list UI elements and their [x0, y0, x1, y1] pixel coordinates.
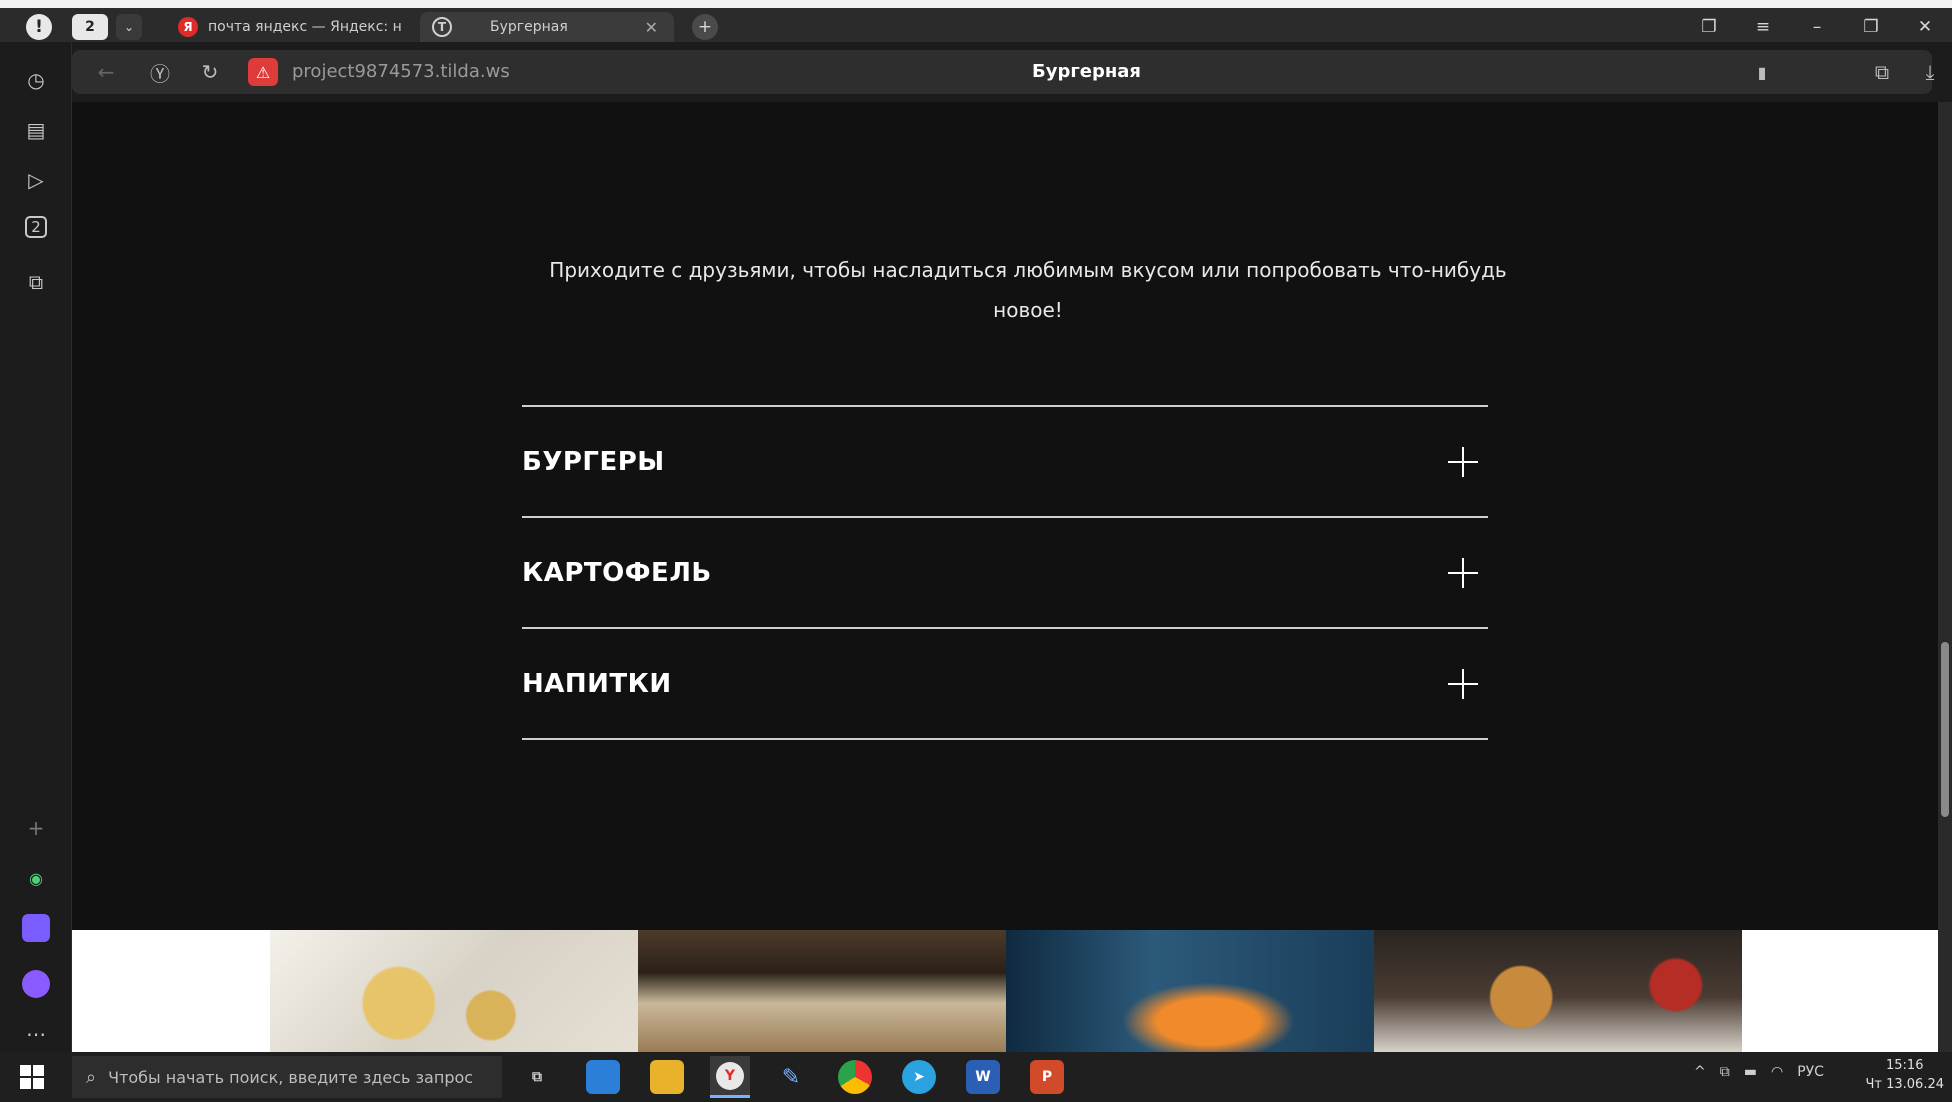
alice-icon[interactable]: ◉ [22, 864, 50, 892]
tab-groups-button[interactable]: 2 [72, 14, 108, 40]
browser-tab-bar: ! 2 ⌄ Я почта яндекс — Яндекс: н T Бурге… [0, 0, 1952, 42]
warning-icon[interactable]: ⚠ [248, 58, 278, 86]
history-icon[interactable]: ◷ [22, 66, 50, 94]
windows-start-icon[interactable] [20, 1065, 44, 1089]
plus-icon[interactable] [1448, 447, 1478, 477]
page-title: Бургерная [1032, 61, 1141, 82]
gallery-photo-kitchen [638, 930, 1006, 1052]
url-text[interactable]: project9874573.tilda.ws [292, 50, 510, 94]
meet-now-icon[interactable]: ⧉ [1720, 1064, 1730, 1080]
gallery-photo-flame [1006, 930, 1374, 1052]
chrome-icon[interactable] [838, 1060, 872, 1094]
accordion-divider [522, 627, 1488, 629]
telegram-icon[interactable]: ➤ [902, 1060, 936, 1094]
reload-icon[interactable]: ↻ [190, 50, 230, 94]
collections-icon[interactable]: ❐ [1696, 14, 1722, 40]
more-icon[interactable]: ⋯ [22, 1020, 50, 1048]
tab-title: Бургерная [490, 19, 568, 35]
restore-icon[interactable]: ❐ [1858, 14, 1884, 40]
new-tab-button[interactable]: + [692, 14, 718, 40]
menu-icon[interactable]: ≡ [1750, 14, 1776, 40]
clock-date: Чт 13.06.24 [1865, 1077, 1944, 1092]
windows-taskbar: ⌕ Чтобы начать поиск, введите здесь запр… [0, 1052, 1952, 1102]
add-icon[interactable]: + [22, 814, 50, 842]
address-bar: ← Ⓨ ↻ ⚠ project9874573.tilda.ws Бургерна… [72, 42, 1952, 102]
bookmark-icon[interactable]: ▮ [1742, 50, 1782, 94]
search-icon: ⌕ [86, 1066, 97, 1088]
accordion-label: БУРГЕРЫ [522, 447, 665, 477]
taskbar-search[interactable]: ⌕ Чтобы начать поиск, введите здесь запр… [72, 1056, 502, 1098]
browser-sidebar: ◷ ▤ ▷ 2 ⧉ + ◉ ⋯ [0, 42, 72, 1052]
yandex-icon: Я [178, 17, 198, 37]
accordion-item-burgers[interactable]: БУРГЕРЫ [522, 408, 1488, 516]
screenshot-icon[interactable]: ⧉ [22, 268, 50, 296]
window-top-edge [0, 0, 1952, 8]
plus-icon[interactable] [1448, 669, 1478, 699]
gallery-photo-fries [270, 930, 638, 1052]
plus-icon[interactable] [1448, 558, 1478, 588]
paint-icon[interactable]: ✎ [774, 1060, 808, 1094]
photo-gallery [72, 930, 1938, 1052]
yandex-logo-icon[interactable]: Ⓨ [140, 50, 180, 94]
page-scrollbar[interactable] [1938, 102, 1952, 1052]
tab-yandex-mail[interactable]: Я почта яндекс — Яндекс: н [178, 12, 418, 42]
battery-icon[interactable]: ▬ [1744, 1064, 1757, 1080]
scrollbar-thumb[interactable] [1941, 642, 1949, 817]
wifi-icon[interactable]: ◠ [1771, 1064, 1783, 1080]
tab-title: почта яндекс — Яндекс: н [208, 19, 402, 35]
close-icon[interactable]: ✕ [645, 18, 658, 37]
news-icon[interactable] [586, 1060, 620, 1094]
profile-icon[interactable]: ! [26, 14, 52, 40]
tab-count: 2 [85, 19, 95, 35]
close-window-icon[interactable]: ✕ [1912, 14, 1938, 40]
accordion-divider [522, 405, 1488, 407]
page-content: Приходите с друзьями, чтобы насладиться … [72, 102, 1938, 930]
accordion-divider [522, 516, 1488, 518]
clock[interactable]: 15:16 Чт 13.06.24 [1865, 1056, 1944, 1094]
accordion-item-drinks[interactable]: НАПИТКИ [522, 630, 1488, 738]
gallery-photo-burger [1374, 930, 1742, 1052]
language-indicator[interactable]: РУС [1797, 1064, 1824, 1080]
back-icon[interactable]: ← [86, 50, 126, 94]
clock-time: 15:16 [1886, 1058, 1924, 1073]
assistant-icon[interactable] [22, 970, 50, 998]
task-view-icon[interactable]: ⧉ [520, 1060, 554, 1094]
extensions-icon[interactable]: ⧉ [1862, 50, 1902, 94]
powerpoint-icon[interactable]: P [1030, 1060, 1064, 1094]
accordion-item-potatoes[interactable]: КАРТОФЕЛЬ [522, 519, 1488, 627]
accordion-label: КАРТОФЕЛЬ [522, 558, 712, 588]
minimize-icon[interactable]: – [1804, 14, 1830, 40]
system-tray: ^ ⧉ ▬ ◠ РУС [1694, 1064, 1824, 1080]
yandex-browser-icon[interactable]: Y [710, 1056, 750, 1098]
bookmarks-icon[interactable]: ▤ [22, 116, 50, 144]
tilda-icon: T [432, 17, 452, 37]
accordion-label: НАПИТКИ [522, 669, 672, 699]
messenger-icon[interactable] [22, 914, 50, 942]
tabs-icon[interactable]: 2 [25, 216, 47, 238]
play-icon[interactable]: ▷ [22, 166, 50, 194]
chevron-up-icon[interactable]: ^ [1694, 1064, 1706, 1080]
tab-burger[interactable]: T Бургерная ✕ [420, 12, 674, 42]
accordion-divider [522, 738, 1488, 740]
file-explorer-icon[interactable] [650, 1060, 684, 1094]
download-icon[interactable]: ⤓ [1910, 50, 1950, 94]
intro-text: Приходите с друзьями, чтобы насладиться … [549, 258, 1507, 322]
chevron-down-icon[interactable]: ⌄ [116, 14, 142, 40]
search-placeholder: Чтобы начать поиск, введите здесь запрос [108, 1067, 474, 1087]
word-icon[interactable]: W [966, 1060, 1000, 1094]
